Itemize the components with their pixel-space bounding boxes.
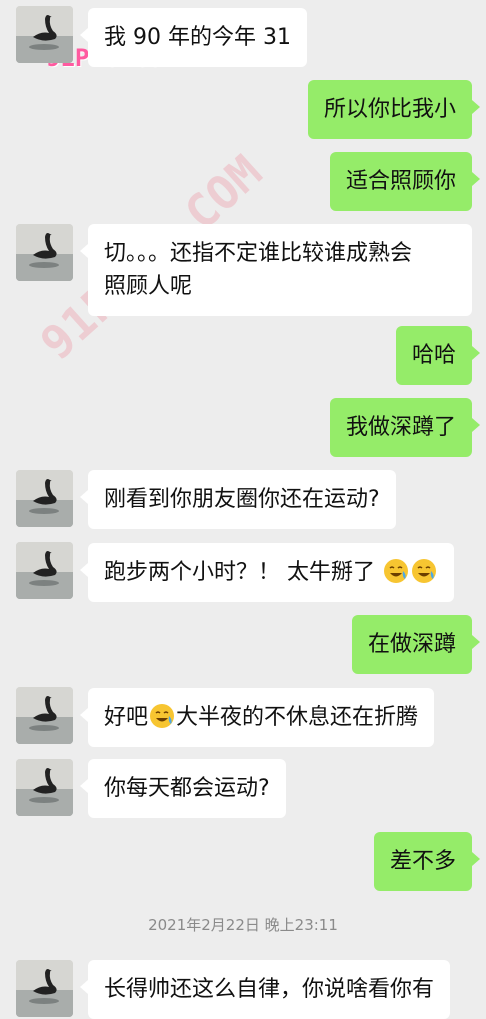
message-bubble-self: 差不多	[373, 832, 481, 891]
message-bubble: 好吧 大半夜的不休息还在折腾	[79, 688, 435, 747]
contact-avatar[interactable]	[16, 759, 73, 816]
message-bubble: 长得帅还这么自律，你说啥看你有	[79, 960, 451, 1019]
message-text: 适合照顾你	[345, 169, 456, 194]
message-bubble: 你每天都会运动?	[80, 759, 286, 818]
message-text-line: 切。。。还指不定谁比较谁成熟会	[104, 241, 413, 266]
message-text: 差不多	[389, 849, 456, 874]
message-timestamp: 2021年2月22日 晚上23:11	[148, 916, 338, 934]
message-text: 长得帅还这么自律，你说啥看你有	[104, 977, 435, 1002]
message-text: 在做深蹲	[367, 632, 456, 657]
contact-avatar[interactable]	[16, 542, 73, 599]
message-text: 你每天都会运动?	[104, 776, 270, 801]
message-text: 刚看到你朋友圈你还在运动?	[104, 487, 380, 512]
message-bubble-self: 我做深蹲了	[329, 398, 481, 457]
contact-avatar[interactable]	[16, 6, 73, 63]
message-bubble: 我 90 年的今年 31	[80, 8, 307, 67]
laugh-cry-emoji-icon	[411, 558, 437, 584]
message-text: 好吧	[104, 705, 149, 730]
contact-avatar[interactable]	[16, 687, 73, 744]
message-text: 大半夜的不休息还在折腾	[176, 705, 419, 730]
message-text: 跑步两个小时？！ 太牛掰了	[104, 560, 375, 585]
message-text: 我做深蹲了	[345, 415, 456, 440]
message-bubble-self: 哈哈	[395, 326, 481, 385]
message-text: 哈哈	[411, 343, 456, 368]
message-bubble: 刚看到你朋友圈你还在运动?	[80, 470, 396, 529]
contact-avatar[interactable]	[16, 960, 73, 1017]
message-bubble-self: 所以你比我小	[307, 80, 481, 139]
message-bubble: 跑步两个小时？！ 太牛掰了	[80, 543, 454, 602]
message-bubble: 切。。。还指不定谁比较谁成熟会 照顾人呢	[80, 224, 472, 316]
message-bubble-self: 在做深蹲	[351, 615, 481, 674]
message-text-line: 照顾人呢	[104, 274, 193, 299]
laugh-cry-emoji-icon	[383, 558, 409, 584]
laugh-cry-emoji-icon	[149, 703, 175, 729]
message-text: 所以你比我小	[323, 97, 456, 122]
contact-avatar[interactable]	[16, 224, 73, 281]
message-bubble-self: 适合照顾你	[329, 152, 481, 211]
message-text: 我 90 年的今年 31	[104, 25, 291, 50]
contact-avatar[interactable]	[16, 470, 73, 527]
